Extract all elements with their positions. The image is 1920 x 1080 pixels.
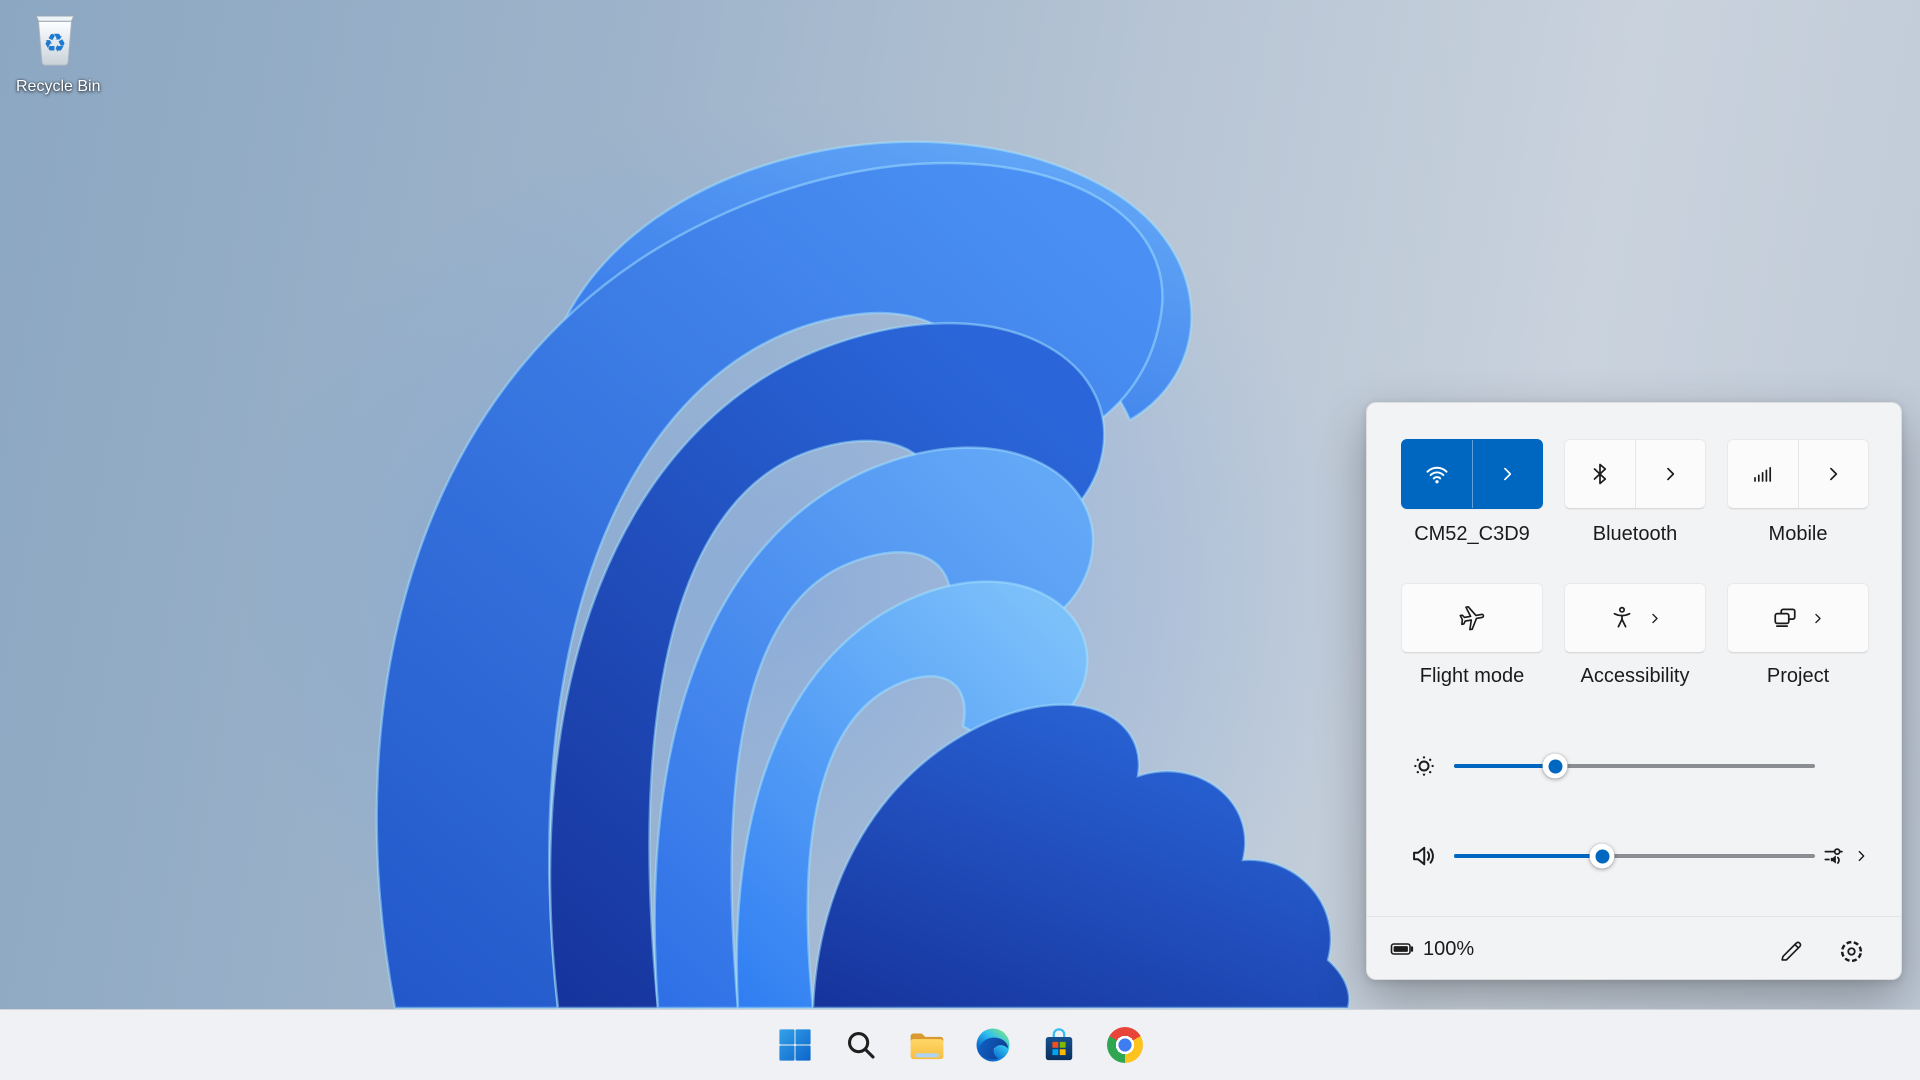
wifi-tile-label: CM52_C3D9	[1401, 521, 1543, 547]
search-button[interactable]	[839, 1023, 883, 1067]
gear-icon	[1838, 938, 1865, 965]
battery-percent-label: 100%	[1423, 938, 1474, 961]
search-icon	[845, 1029, 877, 1061]
wifi-icon	[1424, 461, 1450, 487]
file-explorer-button[interactable]	[905, 1023, 949, 1067]
bluetooth-tile	[1564, 439, 1706, 509]
chrome-icon	[1107, 1027, 1143, 1063]
battery-status[interactable]: 100%	[1387, 917, 1474, 981]
wifi-tile	[1401, 439, 1543, 509]
quick-settings-footer: 100%	[1367, 916, 1901, 981]
taskbar-center-icons	[773, 1010, 1147, 1080]
audio-output-button[interactable]	[1823, 839, 1883, 873]
chevron-right-icon	[1853, 848, 1869, 864]
recycle-bin-shortcut[interactable]: ♻ Recycle Bin	[16, 10, 94, 96]
project-label: Project	[1727, 663, 1869, 689]
audio-output-icon	[1823, 843, 1849, 869]
bluetooth-tile-label: Bluetooth	[1564, 521, 1706, 547]
bluetooth-toggle-button[interactable]	[1565, 440, 1635, 508]
pencil-icon	[1778, 938, 1804, 964]
microsoft-store-icon	[1042, 1028, 1076, 1062]
volume-fill	[1454, 854, 1602, 858]
chrome-button[interactable]	[1103, 1023, 1147, 1067]
wifi-toggle-button[interactable]	[1402, 440, 1472, 508]
brightness-fill	[1454, 764, 1555, 768]
windows-start-icon	[778, 1028, 812, 1062]
project-screens-icon	[1772, 605, 1798, 631]
chevron-right-icon	[1647, 611, 1662, 626]
brightness-thumb[interactable]	[1543, 754, 1568, 779]
brightness-row	[1367, 746, 1903, 786]
mobile-tile-label: Mobile	[1727, 521, 1869, 547]
bluetooth-icon	[1588, 462, 1612, 486]
accessibility-person-icon	[1609, 605, 1635, 631]
mobile-tile	[1727, 439, 1869, 509]
microsoft-store-button[interactable]	[1037, 1023, 1081, 1067]
chevron-right-icon	[1660, 464, 1680, 484]
recycle-bin-icon: ♻	[29, 10, 81, 74]
bluetooth-expand-button[interactable]	[1636, 440, 1706, 508]
brightness-slider[interactable]	[1454, 746, 1815, 786]
svg-text:♻: ♻	[43, 29, 66, 59]
volume-row	[1367, 836, 1903, 876]
speaker-icon	[1410, 842, 1438, 870]
chevron-right-icon	[1810, 611, 1825, 626]
mobile-signal-icon	[1751, 462, 1775, 486]
edge-button[interactable]	[971, 1023, 1015, 1067]
mobile-toggle-button[interactable]	[1728, 440, 1798, 508]
wifi-expand-button[interactable]	[1473, 440, 1543, 508]
accessibility-label: Accessibility	[1564, 663, 1706, 689]
accessibility-button[interactable]	[1564, 583, 1706, 653]
edge-icon	[975, 1027, 1011, 1063]
brightness-sun-icon	[1410, 752, 1438, 780]
recycle-bin-label: Recycle Bin	[16, 78, 94, 96]
chevron-right-icon	[1823, 464, 1843, 484]
flight-mode-label: Flight mode	[1401, 663, 1543, 689]
volume-thumb[interactable]	[1590, 844, 1615, 869]
file-explorer-icon	[907, 1027, 947, 1064]
flight-mode-button[interactable]	[1401, 583, 1543, 653]
mobile-expand-button[interactable]	[1799, 440, 1869, 508]
desktop: ♻ Recycle Bin CM52_C3D9	[0, 0, 1920, 1080]
quick-settings-panel: CM52_C3D9 Bluetooth	[1366, 402, 1902, 980]
taskbar: ENG	[0, 1009, 1920, 1080]
edit-quick-settings-button[interactable]	[1771, 931, 1811, 971]
start-button[interactable]	[773, 1023, 817, 1067]
project-button[interactable]	[1727, 583, 1869, 653]
airplane-icon	[1458, 604, 1486, 632]
battery-icon	[1387, 937, 1417, 961]
chevron-right-icon	[1497, 464, 1517, 484]
volume-slider[interactable]	[1454, 836, 1815, 876]
settings-button[interactable]	[1831, 931, 1871, 971]
